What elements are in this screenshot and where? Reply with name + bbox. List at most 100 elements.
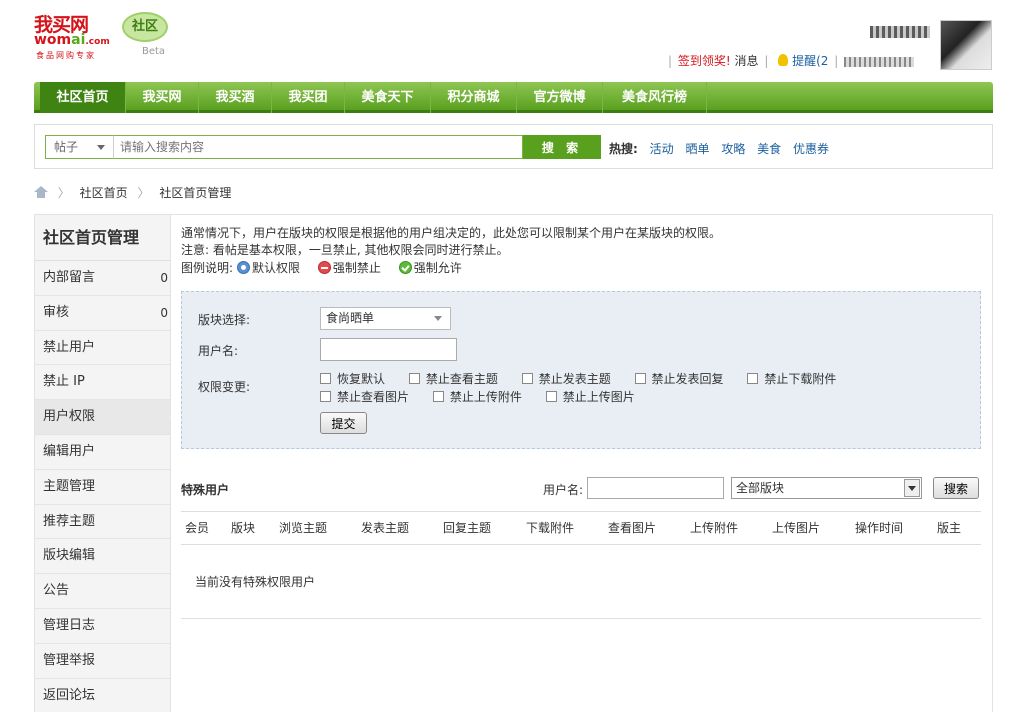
sidebar: 社区首页管理 内部留言 0 审核 0 禁止用户 禁止 IP 用户权限 编辑用户 主题… [35,215,178,712]
chevron-down-icon [97,145,105,150]
board-label: 版块选择: [198,313,251,327]
nav-item-food[interactable]: 美食天下 [345,82,431,113]
nav-item-womai[interactable]: 我买网 [126,82,199,113]
nav-item-community-home[interactable]: 社区首页 [40,82,126,113]
perm-option[interactable]: 禁止查看主题 [408,370,498,388]
nav-item-points-mall[interactable]: 积分商城 [431,82,517,113]
sidebar-item-internal-messages[interactable]: 内部留言 0 [35,261,170,296]
default-permission-icon [237,261,251,274]
checkbox[interactable] [320,391,331,402]
breadcrumb-community-home[interactable]: 社区首页 [80,186,128,200]
checkbox[interactable] [521,373,533,384]
table-header: 会员 版块 浏览主题 发表主题 回复主题 下载附件 查看图片 上传附件 上传图片… [181,511,981,545]
nav-item-weibo[interactable]: 官方微博 [517,82,603,113]
count-badge: 0 [160,271,168,285]
hot-label: 热搜: [609,142,638,156]
beta-label: Beta [142,46,166,57]
sidebar-item-user-permissions[interactable]: 用户权限 [35,400,178,435]
sidebar-item-topic-management[interactable]: 主题管理 [35,470,170,505]
search-button[interactable]: 搜 索 [523,135,601,159]
permission-change-label: 权限变更: [198,380,251,394]
avatar[interactable] [940,20,992,70]
perm-option[interactable]: 禁止下载附件 [747,370,836,388]
perm-option[interactable]: 禁止发表回复 [634,370,724,388]
home-icon[interactable] [34,186,48,198]
dropdown-arrow-icon[interactable] [904,479,920,497]
content-area: 通常情况下，用户在版块的权限是根据他的用户组决定的，此处您可以限制某个用户在某版… [181,225,985,619]
column-header: 版主 [937,521,962,535]
sidebar-item-review[interactable]: 审核 0 [35,296,170,331]
count-badge: 0 [160,305,168,320]
logo-tagline: 食品网购专家 [36,51,96,60]
checkbox[interactable] [320,373,331,384]
messages-link[interactable]: 消息 [735,54,759,68]
search-bar: 帖子 搜 索 热搜: 活动 晒单 攻略 美食 优惠券 [34,124,993,169]
sidebar-item-ban-user[interactable]: 禁止用户 [35,331,170,366]
special-users-title: 特殊用户 [181,483,230,497]
column-header: 查看图片 [608,521,657,535]
sidebar-item-board-edit[interactable]: 版块编辑 [35,539,170,575]
hot-link[interactable]: 优惠券 [793,142,829,156]
sidebar-item-recommend-topics[interactable]: 推荐主题 [35,505,170,540]
permission-options: 恢复默认 禁止查看主题 禁止发表主题 禁止发表回复 禁止下载附件 禁止查看图片 … [320,370,960,406]
chevron-down-icon [434,316,442,321]
username-input[interactable] [320,338,457,361]
permission-form: 版块选择: 食尚晒单 用户名: 权限变更: 恢复默认 禁止查看主题 禁止发表主题… [181,291,981,449]
search-type-select[interactable]: 帖子 [45,135,113,159]
sidebar-item-admin-log[interactable]: 管理日志 [35,609,170,644]
perm-option[interactable]: 禁止上传附件 [432,388,522,406]
checkbox[interactable] [408,373,420,384]
sidebar-title: 社区首页管理 [35,215,170,261]
sidebar-item-announcement[interactable]: 公告 [35,574,170,609]
submit-button[interactable]: 提交 [320,412,367,434]
checkbox[interactable] [634,373,646,384]
hot-link[interactable]: 美食 [757,142,781,156]
perm-option[interactable]: 禁止上传图片 [545,388,635,406]
special-users-header: 特殊用户 用户名: 全部版块 搜索 [181,477,981,507]
breadcrumb-current: 社区首页管理 [159,186,232,200]
checkbox[interactable] [545,391,557,402]
column-header: 回复主题 [443,521,492,535]
blurred-link[interactable] [844,56,915,67]
checkin-link[interactable]: 签到领奖! [678,54,731,68]
bulb-icon [778,54,789,66]
sidebar-item-back-to-forum[interactable]: 返回论坛 [35,679,170,712]
column-header: 操作时间 [855,521,904,535]
filter-board-select[interactable]: 全部版块 [731,477,922,499]
column-header: 上传图片 [772,521,821,535]
nav-item-wine[interactable]: 我买酒 [199,82,272,113]
perm-option[interactable]: 恢复默认 [320,370,385,388]
perm-option[interactable]: 禁止查看图片 [320,388,409,406]
hot-link[interactable]: 活动 [650,142,674,156]
filter-username-input[interactable] [587,477,724,499]
column-header: 上传附件 [690,521,739,535]
search-input[interactable] [113,135,523,159]
nav-item-ranking[interactable]: 美食风行榜 [603,82,707,113]
sidebar-item-ban-ip[interactable]: 禁止 IP [35,365,170,401]
nav-item-group[interactable]: 我买团 [272,82,345,113]
perm-option[interactable]: 禁止发表主题 [521,370,611,388]
sidebar-item-edit-user[interactable]: 编辑用户 [35,435,170,470]
breadcrumb: 〉 社区首页 〉 社区首页管理 [34,184,231,201]
legend: 图例说明: 默认权限 强制禁止 强制允许 [181,261,462,275]
board-select[interactable]: 食尚晒单 [320,307,451,330]
sidebar-item-reports[interactable]: 管理举报 [35,644,170,679]
notice-text: 通常情况下，用户在版块的权限是根据他的用户组决定的，此处您可以限制某个用户在某版… [181,226,722,240]
logo-domain: womai.com [34,32,110,48]
checkbox[interactable] [432,391,444,402]
reminder-link[interactable]: 提醒(2 [792,54,828,68]
hot-link[interactable]: 晒单 [685,142,709,156]
allow-check-icon [398,261,412,274]
column-header: 下载附件 [526,521,575,535]
username-blurred[interactable] [870,26,930,38]
username-label: 用户名: [198,344,239,358]
ban-icon [317,261,331,274]
legend-label: 图例说明: [181,261,234,275]
hot-link[interactable]: 攻略 [721,142,745,156]
active-arrow-icon [170,410,178,425]
user-links: | 签到领奖! 消息 | 提醒(2 | [666,52,915,69]
empty-table-row: 当前没有特殊权限用户 [181,545,981,619]
filter-username-label: 用户名: [543,483,584,497]
filter-search-button[interactable]: 搜索 [933,477,979,499]
checkbox[interactable] [747,373,759,384]
